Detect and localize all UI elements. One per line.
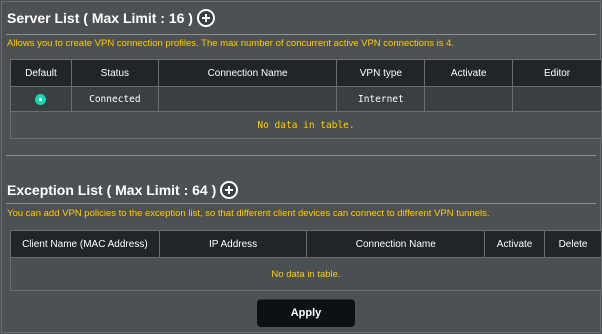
divider: [6, 155, 596, 156]
default-cell[interactable]: [10, 86, 72, 112]
server-list-title: Server List ( Max Limit : 16 ): [7, 10, 193, 26]
add-server-plus-icon[interactable]: [196, 9, 215, 27]
col-ip-address: IP Address: [158, 230, 308, 258]
status-cell: Connected: [70, 86, 159, 112]
server-list-header: Server List ( Max Limit : 16 ): [7, 9, 215, 27]
col-activate: Activate: [484, 230, 546, 258]
connection-name-cell: [157, 86, 338, 112]
editor-cell[interactable]: [512, 86, 602, 112]
server-list-description: Allows you to create VPN connection prof…: [7, 38, 455, 49]
divider: [6, 34, 596, 35]
exception-list-description: You can add VPN policies to the exceptio…: [7, 208, 490, 219]
vpn-type-cell: Internet: [336, 86, 426, 112]
radio-selected-icon[interactable]: [35, 93, 47, 105]
col-client-name: Client Name (MAC Address): [10, 230, 160, 258]
activate-cell[interactable]: [424, 86, 514, 112]
col-editor: Editor: [512, 59, 602, 87]
col-connection-name: Connection Name: [157, 59, 338, 87]
empty-message: No data in table.: [10, 257, 602, 291]
empty-row: No data in table.: [10, 111, 602, 139]
table-header-row: Default Status Connection Name VPN type …: [10, 59, 602, 87]
server-list-table: Default Status Connection Name VPN type …: [10, 59, 602, 139]
divider: [6, 203, 596, 204]
empty-row: No data in table.: [10, 257, 602, 291]
empty-message: No data in table.: [10, 111, 602, 139]
col-delete: Delete: [544, 230, 602, 258]
exception-list-header: Exception List ( Max Limit : 64 ): [7, 181, 239, 199]
exception-list-table: Client Name (MAC Address) IP Address Con…: [10, 230, 602, 291]
col-default: Default: [10, 59, 72, 87]
exception-list-title: Exception List ( Max Limit : 64 ): [7, 182, 217, 198]
apply-button[interactable]: Apply: [257, 299, 355, 327]
col-vpn-type: VPN type: [336, 59, 426, 87]
table-row: Connected Internet: [10, 86, 602, 112]
col-activate: Activate: [424, 59, 514, 87]
table-header-row: Client Name (MAC Address) IP Address Con…: [10, 230, 602, 258]
add-exception-plus-icon[interactable]: [220, 181, 239, 199]
col-connection-name: Connection Name: [306, 230, 486, 258]
col-status: Status: [70, 59, 159, 87]
